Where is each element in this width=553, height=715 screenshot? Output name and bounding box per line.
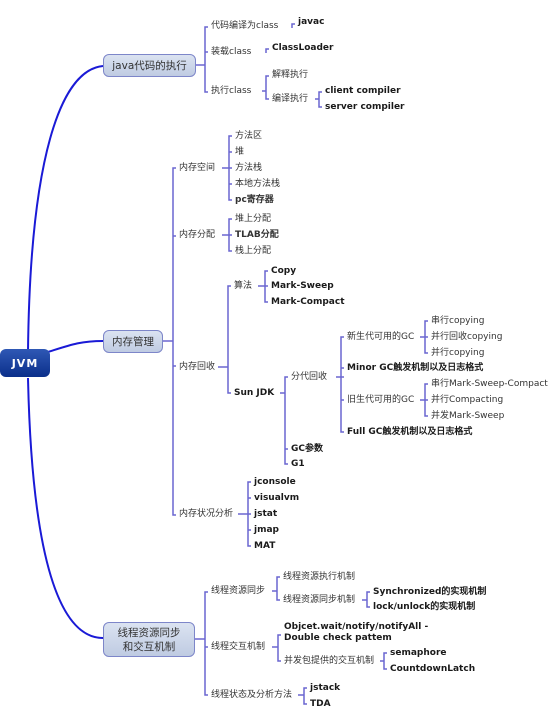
branch-thread-sync-line1: 线程资源同步: [117, 626, 181, 639]
node-jstack[interactable]: jstack: [310, 683, 340, 694]
node-load-class[interactable]: 装载class: [211, 47, 251, 58]
node-thread-sync-mechanism[interactable]: 线程资源同步机制: [283, 595, 355, 606]
node-minor-gc[interactable]: Minor GC触发机制以及日志格式: [347, 363, 483, 374]
node-old-gen-gc[interactable]: 旧生代可用的GC: [347, 395, 414, 406]
node-concurrent-mark-sweep[interactable]: 并发Mark-Sweep: [431, 411, 504, 422]
node-jmap[interactable]: jmap: [254, 525, 279, 536]
node-tda[interactable]: TDA: [310, 699, 331, 710]
connector-root-memory: [47, 340, 104, 353]
node-classloader[interactable]: ClassLoader: [272, 43, 333, 54]
node-method-area[interactable]: 方法区: [235, 131, 262, 142]
branch-java-execution[interactable]: java代码的执行: [103, 54, 196, 77]
node-tlab-alloc[interactable]: TLAB分配: [235, 230, 279, 241]
node-client-compiler[interactable]: client compiler: [325, 86, 401, 97]
node-visualvm[interactable]: visualvm: [254, 493, 299, 504]
node-mark-sweep[interactable]: Mark-Sweep: [271, 281, 334, 292]
node-algorithm[interactable]: 算法: [234, 281, 252, 292]
node-mark-compact[interactable]: Mark-Compact: [271, 297, 345, 308]
node-pc-register[interactable]: pc寄存器: [235, 195, 274, 206]
node-concurrent-package[interactable]: 并发包提供的交互机制: [284, 656, 374, 667]
node-server-compiler[interactable]: server compiler: [325, 102, 405, 113]
node-young-gen-gc[interactable]: 新生代可用的GC: [347, 332, 414, 343]
node-serial-msc[interactable]: 串行Mark-Sweep-Compact: [431, 379, 548, 390]
node-parallel-scavenge-copying[interactable]: 并行回收copying: [431, 332, 502, 343]
connector-root-java: [27, 65, 104, 353]
node-object-wait-notify-line2: Double check pattem: [284, 633, 392, 643]
node-javac[interactable]: javac: [298, 17, 324, 28]
node-parallel-compacting[interactable]: 并行Compacting: [431, 395, 503, 406]
node-semaphore[interactable]: semaphore: [390, 648, 447, 659]
node-compile-exec[interactable]: 编译执行: [272, 94, 308, 105]
node-generational-gc[interactable]: 分代回收: [291, 372, 327, 383]
node-object-wait-notify[interactable]: Objcet.wait/notify/notifyAll - Double ch…: [284, 622, 428, 644]
node-thread-state-analysis[interactable]: 线程状态及分析方法: [211, 690, 292, 701]
node-heap-alloc[interactable]: 堆上分配: [235, 214, 271, 225]
node-memory-space[interactable]: 内存空间: [179, 163, 215, 174]
branch-memory-management[interactable]: 内存管理: [103, 330, 163, 353]
node-method-stack[interactable]: 方法栈: [235, 163, 262, 174]
node-gc-params[interactable]: GC参数: [291, 444, 323, 455]
node-synchronized[interactable]: Synchronized的实现机制: [373, 587, 486, 598]
node-copy[interactable]: Copy: [271, 266, 296, 277]
node-countdownlatch[interactable]: CountdownLatch: [390, 664, 475, 675]
node-execute-class[interactable]: 执行class: [211, 86, 251, 97]
node-memory-gc[interactable]: 内存回收: [179, 362, 215, 373]
node-compile-to-class[interactable]: 代码编译为class: [211, 21, 278, 32]
node-lock-unlock[interactable]: lock/unlock的实现机制: [373, 602, 475, 613]
node-heap[interactable]: 堆: [235, 147, 244, 158]
node-g1[interactable]: G1: [291, 459, 305, 470]
node-thread-exec-mechanism[interactable]: 线程资源执行机制: [283, 572, 355, 583]
branch-thread-sync-line2: 和交互机制: [122, 640, 176, 653]
node-memory-analysis[interactable]: 内存状况分析: [179, 509, 233, 520]
connector-root-thread: [27, 377, 104, 639]
node-stack-alloc[interactable]: 栈上分配: [235, 246, 271, 257]
node-serial-copying[interactable]: 串行copying: [431, 316, 484, 327]
root-node-jvm[interactable]: JVM: [0, 349, 50, 377]
node-parallel-copying[interactable]: 并行copying: [431, 348, 484, 359]
node-memory-allocation[interactable]: 内存分配: [179, 230, 215, 241]
node-sun-jdk[interactable]: Sun JDK: [234, 388, 274, 399]
node-thread-sync[interactable]: 线程资源同步: [211, 586, 265, 597]
node-object-wait-notify-line1: Objcet.wait/notify/notifyAll -: [284, 622, 429, 632]
node-interpret[interactable]: 解释执行: [272, 70, 308, 81]
node-full-gc[interactable]: Full GC触发机制以及日志格式: [347, 427, 472, 438]
node-thread-interaction[interactable]: 线程交互机制: [211, 642, 265, 653]
node-native-method-stack[interactable]: 本地方法栈: [235, 179, 280, 190]
node-jconsole[interactable]: jconsole: [254, 477, 296, 488]
node-jstat[interactable]: jstat: [254, 509, 277, 520]
node-mat[interactable]: MAT: [254, 541, 275, 552]
branch-thread-sync[interactable]: 线程资源同步 和交互机制: [103, 622, 195, 657]
